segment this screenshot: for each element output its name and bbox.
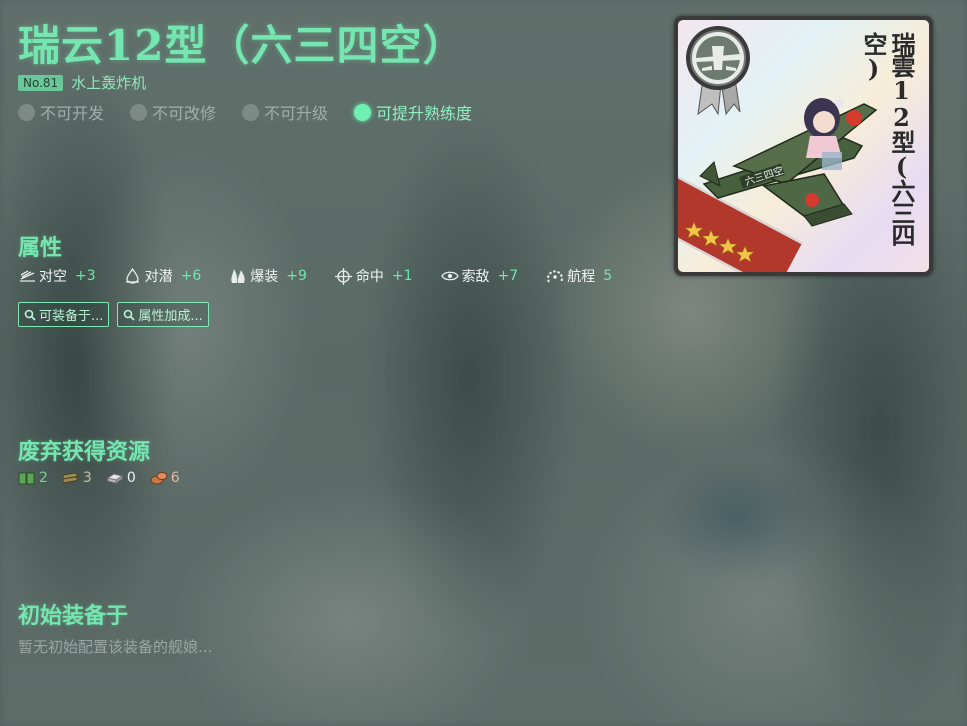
flag-label: 可提升熟练度 <box>376 104 473 123</box>
flag-upgrade: 不可升级 <box>242 100 328 124</box>
initial-equip-empty-text: 暂无初始配置该装备的舰娘... <box>18 638 213 656</box>
card-equipment-name: 瑞雲12型(六三四空) <box>859 32 916 245</box>
resource-value: 0 <box>126 470 136 486</box>
flag-proficiency: 可提升熟练度 <box>354 100 472 124</box>
bomb-icon <box>229 267 247 285</box>
steel-icon <box>106 471 124 485</box>
flag-label: 不可升级 <box>264 104 329 123</box>
stat-label: 航程 <box>567 269 596 285</box>
stat-value: +6 <box>180 268 202 284</box>
button-label: 可装备于... <box>39 309 104 324</box>
stat-label: 对空 <box>39 269 67 285</box>
stat-value: +7 <box>497 268 519 284</box>
stat-value: +3 <box>75 268 96 284</box>
stat-label: 爆装 <box>250 269 279 285</box>
ammo-icon <box>62 471 81 485</box>
resource-fuel: 2 <box>18 470 48 486</box>
stat-anti-sub: 对潜 +6 <box>124 266 202 286</box>
crosshair-icon <box>335 267 353 285</box>
status-dot-icon <box>130 103 148 121</box>
plane-illustration: 六三四空 <box>699 98 878 227</box>
scrap-resources: 2 3 0 6 <box>18 470 180 486</box>
stat-label: 命中 <box>355 269 384 285</box>
stats-actions: 可装备于... 属性加成... <box>18 302 209 327</box>
stat-value: +1 <box>391 268 413 284</box>
initial-equip-section-title: 初始装备于 <box>18 603 129 629</box>
capability-flags: 不可开发 不可改修 不可升级 可提升熟练度 <box>18 100 472 124</box>
stat-anti-air: 对空 +3 <box>18 266 96 286</box>
range-icon <box>546 267 564 285</box>
resource-ammo: 3 <box>62 470 92 486</box>
stat-label: 对潜 <box>144 269 173 285</box>
anti-air-icon <box>18 267 36 285</box>
scrap-section-title: 废弃获得资源 <box>18 439 151 465</box>
search-icon <box>24 309 36 321</box>
stat-accuracy: 命中 +1 <box>335 266 413 286</box>
bauxite-icon <box>150 471 168 485</box>
flag-develop: 不可开发 <box>18 100 104 124</box>
status-dot-icon <box>18 103 35 121</box>
equipment-type: 水上轰炸机 <box>71 74 147 92</box>
resource-value: 2 <box>39 470 48 486</box>
resource-bauxite: 6 <box>150 470 180 486</box>
stats-section-title: 属性 <box>18 235 63 261</box>
equipment-number-badge: No.81 <box>18 74 64 91</box>
stat-value: 5 <box>603 268 613 284</box>
equipment-meta: No.81 水上轰炸机 <box>18 72 146 93</box>
equippable-by-button[interactable]: 可装备于... <box>18 302 110 327</box>
eye-icon <box>440 267 459 285</box>
flag-label: 不可开发 <box>40 104 105 123</box>
stats-list: 对空 +3 对潜 +6 爆装 +9 命中 +1 索敌 +7 航程 5 <box>18 266 640 286</box>
page-title: 瑞云12型（六三四空） <box>18 21 466 70</box>
stat-bombing: 爆装 +9 <box>229 266 307 286</box>
resource-value: 3 <box>82 470 92 486</box>
equipment-card: 六三四空 瑞雲12型(六三四空) <box>674 16 933 276</box>
stat-scouting: 索敌 +7 <box>440 266 519 286</box>
equipment-card-art: 六三四空 瑞雲12型(六三四空) <box>678 20 929 272</box>
search-icon <box>124 309 136 321</box>
flag-improve: 不可改修 <box>130 100 216 124</box>
stat-value: +9 <box>286 268 307 284</box>
fuel-icon <box>18 471 36 485</box>
resource-value: 6 <box>170 470 180 486</box>
status-dot-icon <box>354 103 372 121</box>
resource-steel: 0 <box>106 470 136 486</box>
anti-sub-icon <box>124 267 142 285</box>
flag-label: 不可改修 <box>152 104 217 123</box>
stat-label: 索敌 <box>461 269 490 285</box>
status-dot-icon <box>242 103 260 121</box>
stat-range: 航程 5 <box>546 266 612 286</box>
button-label: 属性加成... <box>138 309 203 324</box>
stat-bonus-button[interactable]: 属性加成... <box>117 302 209 327</box>
